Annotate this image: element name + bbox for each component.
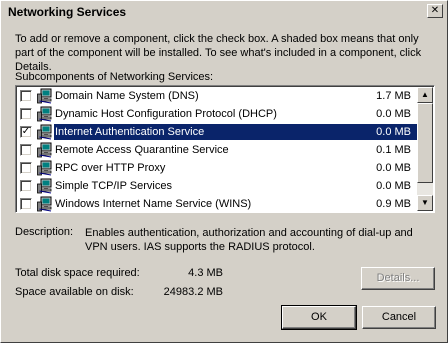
component-name: Internet Authentication Service [55, 126, 205, 138]
list-item[interactable]: Domain Name System (DNS) 1.7 MB [17, 87, 417, 105]
description-label: Description: [15, 226, 74, 238]
disk-required-value: 4.3 MB [188, 267, 223, 279]
window-title: Networking Services [8, 5, 127, 19]
network-computer-icon [37, 106, 53, 122]
title-bar[interactable]: Networking Services ✕ [2, 2, 446, 22]
component-name: RPC over HTTP Proxy [55, 162, 166, 174]
component-size: 0.0 MB [376, 162, 411, 174]
component-checkbox[interactable] [20, 198, 32, 210]
disk-required-label: Total disk space required: [15, 267, 140, 279]
vertical-scrollbar[interactable]: ▲ ▼ [417, 87, 433, 211]
scroll-thumb[interactable] [417, 103, 433, 183]
close-icon: ✕ [430, 5, 440, 16]
component-checkbox[interactable] [20, 162, 32, 174]
component-checkbox[interactable] [20, 90, 32, 102]
subcomponents-label: Subcomponents of Networking Services: [15, 71, 214, 83]
component-size: 0.0 MB [376, 180, 411, 192]
cancel-button[interactable]: Cancel [362, 306, 436, 329]
list-item[interactable]: Remote Access Quarantine Service 0.1 MB [17, 141, 417, 159]
component-checkbox[interactable]: ✓ [20, 126, 32, 138]
component-size: 0.0 MB [376, 108, 411, 120]
list-item[interactable]: RPC over HTTP Proxy 0.0 MB [17, 159, 417, 177]
arrow-up-icon: ▲ [421, 90, 429, 99]
ok-button[interactable]: OK [281, 305, 357, 330]
scroll-up-button[interactable]: ▲ [417, 87, 433, 103]
component-checkbox[interactable] [20, 144, 32, 156]
description-text: Enables authentication, authorization an… [85, 227, 413, 253]
component-name: Remote Access Quarantine Service [55, 144, 229, 156]
component-name: Dynamic Host Configuration Protocol (DHC… [55, 108, 277, 120]
component-checkbox[interactable] [20, 108, 32, 120]
network-computer-icon [37, 196, 53, 212]
component-size: 0.0 MB [376, 126, 411, 138]
list-item[interactable]: Windows Internet Name Service (WINS) 0.9 … [17, 195, 417, 212]
arrow-down-icon: ▼ [421, 198, 429, 207]
close-button[interactable]: ✕ [427, 4, 443, 18]
checkmark-icon: ✓ [21, 126, 31, 137]
component-name: Simple TCP/IP Services [55, 180, 172, 192]
subcomponents-list[interactable]: Domain Name System (DNS) 1.7 MB Dynamic Ho… [15, 85, 435, 213]
network-computer-icon [37, 142, 53, 158]
disk-available-value: 24983.2 MB [163, 286, 223, 298]
component-size: 0.9 MB [376, 198, 411, 210]
component-checkbox[interactable] [20, 180, 32, 192]
list-item[interactable]: Simple TCP/IP Services 0.0 MB [17, 177, 417, 195]
component-name: Windows Internet Name Service (WINS) [55, 198, 252, 210]
instructions-text: To add or remove a component, click the … [15, 33, 422, 73]
component-size: 0.1 MB [376, 144, 411, 156]
network-computer-icon [37, 178, 53, 194]
network-computer-icon [37, 88, 53, 104]
component-size: 1.7 MB [376, 90, 411, 102]
component-name: Domain Name System (DNS) [55, 90, 199, 102]
scroll-down-button[interactable]: ▼ [417, 195, 433, 211]
details-button[interactable]: Details... [361, 267, 435, 290]
networking-services-dialog: Networking Services ✕ To add or remove a… [0, 0, 448, 343]
list-items: Domain Name System (DNS) 1.7 MB Dynamic Ho… [17, 87, 417, 212]
list-item[interactable]: ✓ Internet Authentication Service 0.0 MB [17, 123, 417, 141]
list-item[interactable]: Dynamic Host Configuration Protocol (DHC… [17, 105, 417, 123]
network-computer-icon [37, 160, 53, 176]
network-computer-icon [37, 124, 53, 140]
disk-available-label: Space available on disk: [15, 286, 134, 298]
